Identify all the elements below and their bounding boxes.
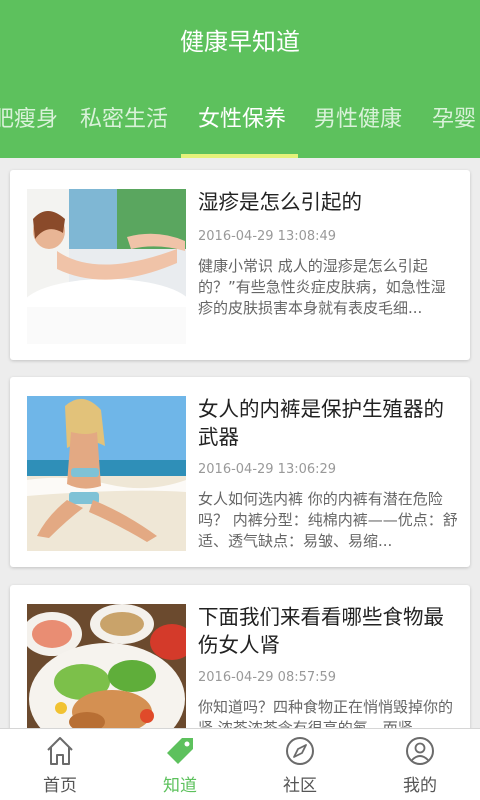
- tag-icon: [167, 738, 193, 764]
- nav-label: 我的: [403, 776, 437, 796]
- bottom-nav: 首页 知道 社区 我的: [0, 728, 480, 800]
- article-summary: 健康小常识 成人的湿疹是怎么引起的？”有些急性炎症皮肤病，如急性湿疹的皮肤损害本…: [198, 257, 446, 317]
- nav-label: 知道: [163, 776, 197, 796]
- article-card[interactable]: 湿疹是怎么引起的 2016-04-29 13:08:49 健康小常识 成人的湿疹…: [10, 170, 470, 360]
- article-title: 湿疹是怎么引起的: [198, 190, 362, 214]
- nav-label: 社区: [283, 776, 317, 796]
- top-header: 健康早知道 肥瘦身 私密生活 女性保养 男性健康 孕婴: [0, 0, 480, 158]
- tab-pregnancy-baby[interactable]: 孕婴: [432, 100, 476, 140]
- app-title: 健康早知道: [180, 28, 300, 56]
- article-thumbnail: [27, 396, 186, 551]
- article-thumbnail: [27, 189, 186, 344]
- article-card[interactable]: 女人的内裤是保护生殖器的武器 2016-04-29 13:06:29 女人如何选…: [10, 377, 470, 567]
- article-title: 下面我们来看看哪些食物最伤女人肾: [198, 605, 444, 657]
- nav-knowledge[interactable]: 知道: [120, 729, 240, 800]
- nav-home[interactable]: 首页: [0, 729, 120, 800]
- article-date: 2016-04-29 13:08:49: [198, 229, 337, 244]
- tab-men-health[interactable]: 男性健康: [314, 100, 402, 140]
- article-date: 2016-04-29 08:57:59: [198, 670, 337, 685]
- home-icon: [47, 737, 73, 765]
- article-summary: 女人如何选内裤 你的内裤有潜在危险吗？ 内裤分型：纯棉内裤——优点：舒适、透气缺…: [198, 490, 458, 550]
- user-icon: [406, 737, 434, 765]
- tab-women-care[interactable]: 女性保养: [198, 100, 286, 140]
- nav-community[interactable]: 社区: [240, 729, 360, 800]
- compass-icon: [286, 737, 314, 765]
- tab-slimming[interactable]: 肥瘦身: [0, 100, 58, 140]
- nav-profile[interactable]: 我的: [360, 729, 480, 800]
- nav-label: 首页: [43, 776, 77, 796]
- tab-private-life[interactable]: 私密生活: [80, 100, 168, 140]
- active-tab-indicator: [181, 154, 298, 158]
- article-title: 女人的内裤是保护生殖器的武器: [198, 397, 444, 449]
- category-tabs: 肥瘦身 私密生活 女性保养 男性健康 孕婴: [0, 100, 480, 140]
- article-date: 2016-04-29 13:06:29: [198, 462, 337, 477]
